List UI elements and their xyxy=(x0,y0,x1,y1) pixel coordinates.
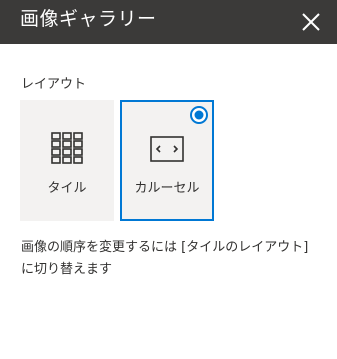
close-button[interactable] xyxy=(297,8,325,36)
radio-selected-icon xyxy=(190,106,208,124)
panel-title: 画像ギャラリー xyxy=(20,8,157,30)
panel-header: 画像ギャラリー xyxy=(0,0,337,44)
layout-option-carousel[interactable]: カルーセル xyxy=(120,100,214,221)
grid-tile-icon xyxy=(51,132,83,164)
close-icon xyxy=(302,13,320,31)
layout-label: レイアウト xyxy=(21,77,87,92)
layout-description: 画像の順序を変更するには [タイルのレイアウト] に切り替えます xyxy=(21,240,309,277)
layout-option-tile[interactable]: タイル xyxy=(20,100,114,221)
layout-option-label: カルーセル xyxy=(134,181,200,196)
carousel-icon xyxy=(150,136,184,162)
layout-option-label: タイル xyxy=(47,181,87,196)
